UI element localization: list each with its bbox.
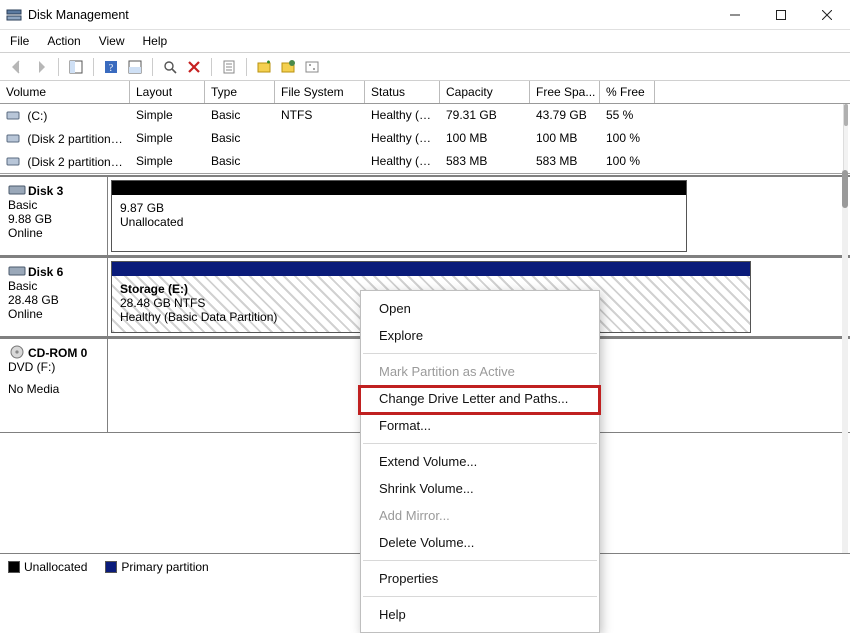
app-icon [6,7,22,23]
new-volume-icon[interactable] [253,57,275,77]
ctx-mark-active: Mark Partition as Active [361,358,599,385]
context-menu: Open Explore Mark Partition as Active Ch… [360,290,600,633]
table-row[interactable]: (Disk 2 partition 1) Simple Basic Health… [0,127,850,150]
table-row[interactable]: (Disk 2 partition 4) Simple Basic Health… [0,150,850,173]
back-icon[interactable] [6,57,28,77]
volume-color-bar [112,262,750,276]
disk-row: Disk 3 Basic 9.88 GB Online 9.87 GB Unal… [0,175,850,256]
titlebar: Disk Management [0,0,850,30]
col-volume[interactable]: Volume [0,81,130,103]
ctx-format[interactable]: Format... [361,412,599,439]
ctx-open[interactable]: Open [361,295,599,322]
col-filesystem[interactable]: File System [275,81,365,103]
properties-icon[interactable] [218,57,240,77]
ctx-shrink-volume[interactable]: Shrink Volume... [361,475,599,502]
menu-file[interactable]: File [10,34,29,48]
help-icon[interactable]: ? [100,57,122,77]
col-capacity[interactable]: Capacity [440,81,530,103]
disk-icon [8,264,26,278]
table-row[interactable]: (C:) Simple Basic NTFS Healthy (B... 79.… [0,104,850,127]
col-layout[interactable]: Layout [130,81,205,103]
refresh-icon[interactable] [159,57,181,77]
volume-icon [6,154,20,168]
detail-pane-icon[interactable] [124,57,146,77]
volume-table: Volume Layout Type File System Status Ca… [0,81,850,174]
volume-name: (C:) [27,109,47,123]
disk-label-panel[interactable]: Disk 6 Basic 28.48 GB Online [0,258,108,336]
volume-icon [6,131,20,145]
ctx-change-drive-letter[interactable]: Change Drive Letter and Paths... [361,385,599,412]
volume-box-unallocated[interactable]: 9.87 GB Unallocated [111,180,687,252]
col-freespace[interactable]: Free Spa... [530,81,600,103]
volume-name: (Disk 2 partition 4) [27,155,124,169]
svg-text:?: ? [109,63,114,74]
disk-label-panel[interactable]: Disk 3 Basic 9.88 GB Online [0,177,108,255]
col-status[interactable]: Status [365,81,440,103]
volume-name: (Disk 2 partition 1) [27,132,124,146]
volume-table-header: Volume Layout Type File System Status Ca… [0,81,850,104]
disk-label-panel[interactable]: CD-ROM 0 DVD (F:) No Media [0,339,108,432]
menu-action[interactable]: Action [47,34,80,48]
menu-help[interactable]: Help [143,34,168,48]
toolbar: ? [0,53,850,81]
forward-icon[interactable] [30,57,52,77]
legend-unallocated: Unallocated [8,560,87,574]
disk-area-scrollbar[interactable] [842,170,848,554]
ctx-properties[interactable]: Properties [361,565,599,592]
menu-view[interactable]: View [99,34,125,48]
window-controls [712,0,850,29]
ctx-extend-volume[interactable]: Extend Volume... [361,448,599,475]
settings-icon[interactable] [301,57,323,77]
delete-icon[interactable] [183,57,205,77]
minimize-button[interactable] [712,0,758,29]
col-pctfree[interactable]: % Free [600,81,655,103]
attach-vhd-icon[interactable] [277,57,299,77]
volume-color-bar [112,181,686,195]
disk-icon [8,183,26,197]
ctx-explore[interactable]: Explore [361,322,599,349]
legend-primary-partition: Primary partition [105,560,208,574]
cdrom-icon [8,345,26,359]
close-button[interactable] [804,0,850,29]
menubar: File Action View Help [0,30,850,53]
ctx-delete-volume[interactable]: Delete Volume... [361,529,599,556]
ctx-help[interactable]: Help [361,601,599,628]
volume-icon [6,108,20,122]
maximize-button[interactable] [758,0,804,29]
col-type[interactable]: Type [205,81,275,103]
show-hide-console-tree-icon[interactable] [65,57,87,77]
table-scrollbar[interactable] [843,104,848,173]
window-title: Disk Management [28,8,129,22]
ctx-add-mirror: Add Mirror... [361,502,599,529]
